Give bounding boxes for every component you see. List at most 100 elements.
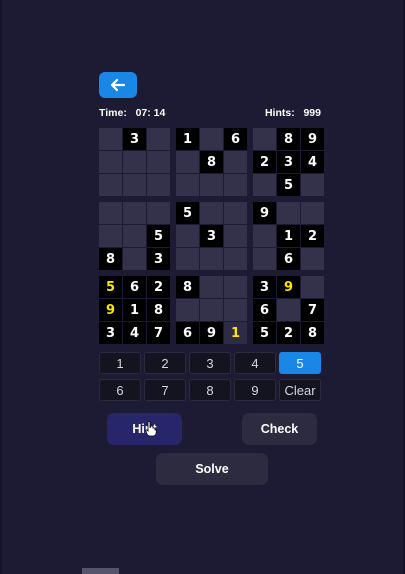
sudoku-cell-r8c7[interactable]: 6 [253,299,276,321]
clear-button[interactable]: Clear [279,379,321,401]
sudoku-cell-r5c1[interactable] [99,225,122,247]
sudoku-cell-r7c8[interactable]: 9 [277,276,300,298]
sudoku-cell-r2c5[interactable]: 8 [200,151,223,173]
sudoku-cell-r7c4[interactable]: 8 [176,276,199,298]
sudoku-cell-r3c6[interactable] [224,174,247,196]
number-button-9[interactable]: 9 [234,379,276,401]
sudoku-cell-r9c5[interactable]: 9 [200,322,223,344]
timer-label: Time: [99,107,127,119]
sudoku-cell-r8c2[interactable]: 1 [123,299,146,321]
sudoku-cell-r3c9[interactable] [301,174,324,196]
sudoku-cell-r8c8[interactable] [277,299,300,321]
sudoku-cell-r9c7[interactable]: 5 [253,322,276,344]
sudoku-cell-r4c7[interactable]: 9 [253,202,276,224]
sudoku-cell-r2c3[interactable] [147,151,170,173]
sudoku-cell-r1c4[interactable]: 1 [176,128,199,150]
sudoku-cell-r1c9[interactable]: 9 [301,128,324,150]
sudoku-cell-r2c8[interactable]: 3 [277,151,300,173]
sudoku-cell-r5c5[interactable]: 3 [200,225,223,247]
sudoku-cell-r4c3[interactable] [147,202,170,224]
sudoku-cell-r9c1[interactable]: 3 [99,322,122,344]
sudoku-cell-r6c5[interactable] [200,248,223,270]
sudoku-cell-r9c8[interactable]: 2 [277,322,300,344]
sudoku-cell-r4c1[interactable] [99,202,122,224]
number-button-2[interactable]: 2 [144,352,186,374]
number-button-1[interactable]: 1 [99,352,141,374]
sudoku-cell-r5c9[interactable]: 2 [301,225,324,247]
sudoku-cell-r1c3[interactable] [147,128,170,150]
sudoku-cell-r1c2[interactable]: 3 [123,128,146,150]
number-button-5[interactable]: 5 [279,352,321,374]
sudoku-cell-r6c4[interactable] [176,248,199,270]
sudoku-cell-r2c4[interactable] [176,151,199,173]
sudoku-cell-r3c2[interactable] [123,174,146,196]
number-button-6[interactable]: 6 [99,379,141,401]
sudoku-cell-r9c9[interactable]: 8 [301,322,324,344]
sudoku-cell-r7c3[interactable]: 2 [147,276,170,298]
sudoku-cell-r9c6[interactable]: 1 [224,322,247,344]
sudoku-cell-r1c1[interactable] [99,128,122,150]
sudoku-cell-r2c2[interactable] [123,151,146,173]
sudoku-cell-r9c4[interactable]: 6 [176,322,199,344]
sudoku-cell-r2c1[interactable] [99,151,122,173]
timer: Time: 07: 14 [99,107,165,119]
sudoku-cell-r9c3[interactable]: 7 [147,322,170,344]
sudoku-cell-r4c9[interactable] [301,202,324,224]
number-button-8[interactable]: 8 [189,379,231,401]
sudoku-cell-r6c2[interactable] [123,248,146,270]
sudoku-cell-r4c8[interactable] [277,202,300,224]
sudoku-cell-r2c7[interactable]: 2 [253,151,276,173]
sudoku-cell-r6c8[interactable]: 6 [277,248,300,270]
sudoku-cell-r6c3[interactable]: 3 [147,248,170,270]
horizontal-scrollbar-thumb[interactable] [82,568,119,574]
sudoku-cell-r3c4[interactable] [176,174,199,196]
sudoku-cell-r4c2[interactable] [123,202,146,224]
back-button[interactable] [99,72,137,98]
number-button-7[interactable]: 7 [144,379,186,401]
sudoku-cell-r8c5[interactable] [200,299,223,321]
sudoku-cell-r8c3[interactable]: 8 [147,299,170,321]
sudoku-cell-r6c9[interactable] [301,248,324,270]
sudoku-cell-r4c6[interactable] [224,202,247,224]
sudoku-cell-r2c6[interactable] [224,151,247,173]
sudoku-cell-r3c7[interactable] [253,174,276,196]
number-button-4[interactable]: 4 [234,352,276,374]
sudoku-cell-r4c4[interactable]: 5 [176,202,199,224]
sudoku-cell-r7c1[interactable]: 5 [99,276,122,298]
sudoku-cell-r9c2[interactable]: 4 [123,322,146,344]
sudoku-cell-r5c2[interactable] [123,225,146,247]
sudoku-cell-r1c8[interactable]: 8 [277,128,300,150]
sudoku-cell-r6c6[interactable] [224,248,247,270]
sudoku-cell-r5c4[interactable] [176,225,199,247]
sudoku-cell-r7c2[interactable]: 6 [123,276,146,298]
sudoku-cell-r7c7[interactable]: 3 [253,276,276,298]
sudoku-cell-r8c6[interactable] [224,299,247,321]
sudoku-cell-r4c5[interactable] [200,202,223,224]
solve-button[interactable]: Solve [156,453,268,485]
sudoku-cell-r7c9[interactable] [301,276,324,298]
sudoku-cell-r5c8[interactable]: 1 [277,225,300,247]
sudoku-cell-r5c7[interactable] [253,225,276,247]
hint-button[interactable]: Hint [107,413,182,445]
sudoku-cell-r3c3[interactable] [147,174,170,196]
sudoku-cell-r1c7[interactable] [253,128,276,150]
sudoku-cell-r5c3[interactable]: 5 [147,225,170,247]
status-row: Time: 07: 14 Hints: 999 [99,107,321,119]
sudoku-cell-r7c5[interactable] [200,276,223,298]
sudoku-cell-r2c9[interactable]: 4 [301,151,324,173]
sudoku-cell-r8c1[interactable]: 9 [99,299,122,321]
sudoku-cell-r1c5[interactable] [200,128,223,150]
number-button-3[interactable]: 3 [189,352,231,374]
sudoku-cell-r6c7[interactable] [253,248,276,270]
hints-label: Hints: [264,107,295,119]
sudoku-cell-r8c9[interactable]: 7 [301,299,324,321]
sudoku-cell-r7c6[interactable] [224,276,247,298]
sudoku-cell-r5c6[interactable] [224,225,247,247]
sudoku-cell-r3c1[interactable] [99,174,122,196]
sudoku-cell-r8c4[interactable] [176,299,199,321]
sudoku-cell-r3c8[interactable]: 5 [277,174,300,196]
sudoku-cell-r3c5[interactable] [200,174,223,196]
sudoku-cell-r6c1[interactable]: 8 [99,248,122,270]
check-button[interactable]: Check [242,413,317,445]
sudoku-cell-r1c6[interactable]: 6 [224,128,247,150]
